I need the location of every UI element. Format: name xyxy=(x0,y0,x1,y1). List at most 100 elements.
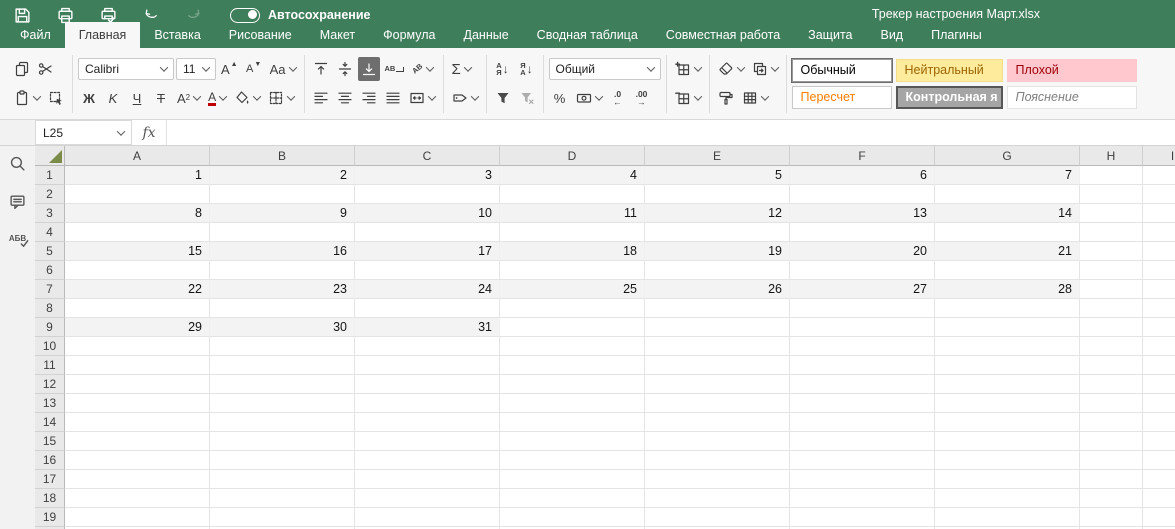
cell-H6[interactable] xyxy=(1080,261,1143,280)
cell-B12[interactable] xyxy=(210,375,355,394)
row-header-8[interactable]: 8 xyxy=(35,299,65,318)
name-box[interactable]: L25 xyxy=(35,120,132,145)
format-painter-button[interactable] xyxy=(715,86,737,110)
cell-style-bad[interactable]: Плохой xyxy=(1007,59,1137,82)
cell-I18[interactable] xyxy=(1143,489,1175,508)
cell-C16[interactable] xyxy=(355,451,500,470)
cell-D15[interactable] xyxy=(500,432,645,451)
cell-H2[interactable] xyxy=(1080,185,1143,204)
cell-A3[interactable]: 8 xyxy=(65,204,210,223)
cell-G8[interactable] xyxy=(935,299,1080,318)
cell-H1[interactable] xyxy=(1080,166,1143,185)
cell-style-note[interactable]: Пояснение xyxy=(1007,86,1137,109)
cell-C9[interactable]: 31 xyxy=(355,318,500,337)
row-header-10[interactable]: 10 xyxy=(35,337,65,356)
cell-B17[interactable] xyxy=(210,470,355,489)
cell-C11[interactable] xyxy=(355,356,500,375)
column-header-F[interactable]: F xyxy=(790,146,935,166)
cell-H17[interactable] xyxy=(1080,470,1143,489)
cell-style-normal[interactable]: Обычный xyxy=(792,59,892,82)
cell-E10[interactable] xyxy=(645,337,790,356)
delete-cells-button[interactable] xyxy=(672,86,704,110)
cell-B6[interactable] xyxy=(210,261,355,280)
cell-G5[interactable]: 21 xyxy=(935,242,1080,261)
align-middle-button[interactable] xyxy=(334,57,356,81)
cell-I3[interactable] xyxy=(1143,204,1175,223)
cell-F10[interactable] xyxy=(790,337,935,356)
cell-F12[interactable] xyxy=(790,375,935,394)
cell-B3[interactable]: 9 xyxy=(210,204,355,223)
cell-E3[interactable]: 12 xyxy=(645,204,790,223)
cell-F11[interactable] xyxy=(790,356,935,375)
cell-H8[interactable] xyxy=(1080,299,1143,318)
align-top-button[interactable] xyxy=(310,57,332,81)
cell-B16[interactable] xyxy=(210,451,355,470)
shrink-font-button[interactable]: A▼ xyxy=(243,57,265,81)
cell-F2[interactable] xyxy=(790,185,935,204)
cell-F18[interactable] xyxy=(790,489,935,508)
row-header-12[interactable]: 12 xyxy=(35,375,65,394)
cut-button[interactable] xyxy=(35,57,57,81)
cell-E15[interactable] xyxy=(645,432,790,451)
cell-D13[interactable] xyxy=(500,394,645,413)
cell-H13[interactable] xyxy=(1080,394,1143,413)
cell-style-check[interactable]: Контрольная я xyxy=(896,86,1003,109)
cell-B14[interactable] xyxy=(210,413,355,432)
cell-A15[interactable] xyxy=(65,432,210,451)
cell-G12[interactable] xyxy=(935,375,1080,394)
cell-F8[interactable] xyxy=(790,299,935,318)
align-right-button[interactable] xyxy=(358,86,380,110)
cell-C8[interactable] xyxy=(355,299,500,318)
cell-E5[interactable]: 19 xyxy=(645,242,790,261)
cell-A2[interactable] xyxy=(65,185,210,204)
cell-B19[interactable] xyxy=(210,508,355,527)
cell-D2[interactable] xyxy=(500,185,645,204)
strikethrough-button[interactable]: Т xyxy=(150,86,172,110)
cell-I16[interactable] xyxy=(1143,451,1175,470)
formula-input[interactable] xyxy=(167,120,1175,145)
cell-H18[interactable] xyxy=(1080,489,1143,508)
cell-A6[interactable] xyxy=(65,261,210,280)
cell-I4[interactable] xyxy=(1143,223,1175,242)
cell-E4[interactable] xyxy=(645,223,790,242)
autosave-toggle[interactable]: Автосохранение xyxy=(230,8,370,23)
cell-C2[interactable] xyxy=(355,185,500,204)
cell-I1[interactable] xyxy=(1143,166,1175,185)
cell-H7[interactable] xyxy=(1080,280,1143,299)
percent-button[interactable]: % xyxy=(549,86,571,110)
cell-A18[interactable] xyxy=(65,489,210,508)
decrease-decimal-button[interactable]: .0← xyxy=(607,86,629,110)
cell-D14[interactable] xyxy=(500,413,645,432)
italic-button[interactable]: K xyxy=(102,86,124,110)
tab-9[interactable]: Защита xyxy=(794,22,866,48)
cell-H19[interactable] xyxy=(1080,508,1143,527)
column-header-I[interactable]: I xyxy=(1143,146,1175,166)
comments-button[interactable] xyxy=(8,191,28,211)
cell-A19[interactable] xyxy=(65,508,210,527)
cell-I6[interactable] xyxy=(1143,261,1175,280)
cell-style-neutral[interactable]: Нейтральный xyxy=(896,59,1003,82)
cell-H4[interactable] xyxy=(1080,223,1143,242)
column-header-A[interactable]: A xyxy=(65,146,210,166)
cell-H11[interactable] xyxy=(1080,356,1143,375)
cell-D11[interactable] xyxy=(500,356,645,375)
cell-G15[interactable] xyxy=(935,432,1080,451)
sort-asc-button[interactable]: АЯ ↓ xyxy=(492,57,514,81)
cell-G14[interactable] xyxy=(935,413,1080,432)
cell-A7[interactable]: 22 xyxy=(65,280,210,299)
cell-C7[interactable]: 24 xyxy=(355,280,500,299)
cell-E7[interactable]: 26 xyxy=(645,280,790,299)
row-header-7[interactable]: 7 xyxy=(35,280,65,299)
cell-I2[interactable] xyxy=(1143,185,1175,204)
cell-B18[interactable] xyxy=(210,489,355,508)
cell-G17[interactable] xyxy=(935,470,1080,489)
cell-I8[interactable] xyxy=(1143,299,1175,318)
cell-I13[interactable] xyxy=(1143,394,1175,413)
cell-E8[interactable] xyxy=(645,299,790,318)
tab-3[interactable]: Рисование xyxy=(215,22,306,48)
cell-C4[interactable] xyxy=(355,223,500,242)
cell-F9[interactable] xyxy=(790,318,935,337)
cell-H10[interactable] xyxy=(1080,337,1143,356)
cell-C6[interactable] xyxy=(355,261,500,280)
align-bottom-button[interactable] xyxy=(358,57,380,81)
